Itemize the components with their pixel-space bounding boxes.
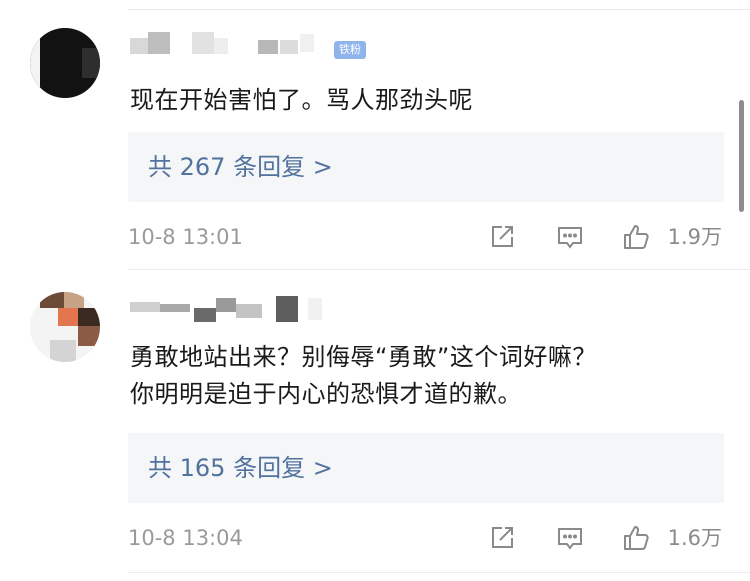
comment-icon[interactable] xyxy=(556,223,584,251)
thumbs-up-icon[interactable] xyxy=(622,524,650,552)
comment-icon[interactable] xyxy=(556,524,584,552)
like-count: 1.9万 xyxy=(667,225,722,249)
fan-badge: 铁粉 xyxy=(334,41,366,59)
username-blurred[interactable] xyxy=(130,294,350,322)
avatar[interactable] xyxy=(30,292,100,362)
comment-meta: 10-8 13:01 1.9万 xyxy=(128,221,722,253)
thumbs-up-icon[interactable] xyxy=(622,223,650,251)
timestamp: 10-8 13:01 xyxy=(128,225,243,249)
avatar[interactable] xyxy=(30,28,100,98)
comment-text-line-1: 勇敢地站出来？别侮辱“勇敢”这个词好嘛？ xyxy=(130,343,597,371)
comment-text: 现在开始害怕了。骂人那劲头呢 xyxy=(130,86,473,114)
comment-text-line-2: 你明明是迫于内心的恐惧才道的歉。 xyxy=(130,380,522,408)
comment-divider xyxy=(128,572,750,573)
share-icon[interactable] xyxy=(488,524,516,552)
comment-text: 勇敢地站出来？别侮辱“勇敢”这个词好嘛？ 你明明是迫于内心的恐惧才道的歉。 xyxy=(130,339,710,413)
timestamp: 10-8 13:04 xyxy=(128,526,243,550)
view-replies-link[interactable]: 共 165 条回复 > xyxy=(148,433,333,503)
view-replies-link[interactable]: 共 267 条回复 > xyxy=(148,132,333,202)
comment-item-1: 铁粉 现在开始害怕了。骂人那劲头呢 共 267 条回复 > 10-8 13:01 xyxy=(0,0,750,270)
scrollbar[interactable] xyxy=(739,100,744,212)
comment-meta: 10-8 13:04 1.6万 xyxy=(128,522,722,554)
replies-box[interactable]: 共 165 条回复 > xyxy=(128,433,724,503)
replies-box[interactable]: 共 267 条回复 > xyxy=(128,132,724,202)
username-blurred[interactable] xyxy=(130,32,330,60)
share-icon[interactable] xyxy=(488,223,516,251)
like-count: 1.6万 xyxy=(667,526,722,550)
comment-item-2: 勇敢地站出来？别侮辱“勇敢”这个词好嘛？ 你明明是迫于内心的恐惧才道的歉。 共 … xyxy=(0,270,750,581)
